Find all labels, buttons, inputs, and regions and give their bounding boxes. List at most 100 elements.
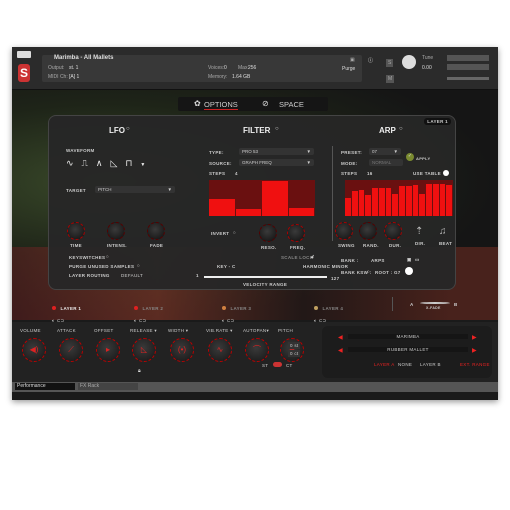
intensity-knob[interactable] xyxy=(107,222,125,240)
target-dropdown[interactable]: PITCH ▼ xyxy=(95,186,175,193)
filter-step-graph[interactable] xyxy=(209,180,315,216)
filter-steps-value[interactable]: 4 xyxy=(235,171,238,176)
apply-check-icon[interactable]: ✓ xyxy=(406,153,414,161)
reso-knob[interactable] xyxy=(259,224,277,242)
attack-knob[interactable]: ⟋ xyxy=(59,338,83,362)
arp-step-bar[interactable] xyxy=(446,185,452,216)
waveform-selector[interactable]: ∿⎍∧◺⊓▼ xyxy=(66,158,153,169)
sine-wave-icon[interactable]: ∿ xyxy=(66,158,82,168)
st-ct-toggle[interactable] xyxy=(273,362,282,367)
solo-button[interactable]: S xyxy=(386,59,394,67)
freq-knob[interactable] xyxy=(287,224,305,242)
arp-step-bar[interactable] xyxy=(439,184,446,216)
vibrate-knob[interactable]: ∿ xyxy=(208,338,232,362)
mute-button[interactable]: M xyxy=(386,75,395,83)
filter-step-bar[interactable] xyxy=(288,208,314,216)
purge-button[interactable]: Purge xyxy=(342,66,355,72)
arp-step-bar[interactable] xyxy=(365,195,371,216)
random-wave-icon[interactable]: ⊓ xyxy=(125,158,140,168)
dur-knob[interactable] xyxy=(384,222,402,240)
offset-knob[interactable]: ▸ xyxy=(96,338,120,362)
keyswitches-toggle[interactable]: ○ xyxy=(106,254,109,259)
autopan-knob[interactable]: ⌒ xyxy=(245,338,269,362)
tune-knob[interactable] xyxy=(402,55,416,69)
layer-routing-dropdown[interactable]: DEFAULT xyxy=(121,273,143,278)
arp-step-bar[interactable] xyxy=(432,183,439,216)
root-value[interactable]: G7 xyxy=(394,270,401,275)
layer-tab-1[interactable]: LAYER 1 🔈︎ ⊂⊃ xyxy=(52,297,81,324)
chevron-down-icon[interactable]: ▼ xyxy=(140,162,153,168)
triangle-wave-icon[interactable]: ∧ xyxy=(96,158,111,168)
mallet-selector[interactable]: RUBBER MALLET xyxy=(348,347,468,352)
time-knob[interactable] xyxy=(67,222,85,240)
pitch-ct-value[interactable]: 0 ct xyxy=(288,350,301,357)
arp-step-bar[interactable] xyxy=(372,188,378,216)
purge-unused-toggle[interactable]: ○ xyxy=(137,263,140,268)
arp-step-bar[interactable] xyxy=(419,194,425,216)
layer-tab-2[interactable]: LAYER 2 🔈︎ ⊂⊃ xyxy=(134,297,163,324)
apply-button[interactable]: APPLY xyxy=(416,156,430,161)
arp-step-bar[interactable] xyxy=(378,187,385,216)
arp-step-bar[interactable] xyxy=(399,186,405,216)
tab-space[interactable]: SPACE xyxy=(279,100,304,109)
arp-step-bar[interactable] xyxy=(351,190,358,216)
arp-step-bar[interactable] xyxy=(358,190,365,216)
filter-step-bar[interactable] xyxy=(235,208,261,216)
camera-icon[interactable]: ▣ xyxy=(350,57,355,63)
pitch-st-value[interactable]: 0 st xyxy=(288,342,301,349)
saw-wave-icon[interactable]: ◺ xyxy=(110,158,125,168)
direction-icon[interactable]: ⇡ xyxy=(415,226,423,237)
prev-mallet-arrow[interactable]: ◀ xyxy=(338,347,343,354)
bank-dropdown[interactable]: ARPS xyxy=(371,258,385,263)
use-table-toggle[interactable] xyxy=(443,170,449,176)
layer-tab-4[interactable]: LAYER 4 🔈︎ ⊂⊃ xyxy=(314,297,343,324)
lock-icon[interactable]: 🔓︎ xyxy=(311,254,314,259)
next-mallet-arrow[interactable]: ▶ xyxy=(472,347,477,354)
mode-dropdown[interactable]: NORMAL xyxy=(369,159,403,166)
swing-knob[interactable] xyxy=(335,222,353,240)
width-knob[interactable]: (•) xyxy=(170,338,194,362)
root-toggle[interactable] xyxy=(405,267,413,275)
pan-slider[interactable] xyxy=(447,77,489,80)
invert-toggle[interactable]: ○ xyxy=(233,230,236,235)
scale-dropdown[interactable]: HARMONIC MINOR xyxy=(303,264,348,269)
arp-toggle[interactable]: ○ xyxy=(399,126,403,132)
square-wave-icon[interactable]: ⎍ xyxy=(82,158,96,168)
lock-icon[interactable]: 🔒︎ xyxy=(138,368,141,374)
instrument-selector[interactable]: MARIMBA xyxy=(348,334,468,339)
layer-tab-3[interactable]: LAYER 3 🔈︎ ⊂⊃ xyxy=(222,297,251,324)
velocity-range-slider[interactable] xyxy=(204,276,327,278)
fade-knob[interactable] xyxy=(147,222,165,240)
layer-b-button[interactable]: LAYER B xyxy=(420,362,441,367)
ext-range-button[interactable]: EXT. RANGE xyxy=(460,362,490,367)
arp-step-bar[interactable] xyxy=(345,198,351,216)
beat-icon[interactable]: ♫ xyxy=(439,226,447,237)
save-icon[interactable]: ▣ xyxy=(407,257,412,263)
arp-steps-value[interactable]: 16 xyxy=(367,171,373,176)
arp-step-bar[interactable] xyxy=(426,183,432,216)
arp-step-bar[interactable] xyxy=(405,185,412,216)
bank-ksw-toggle[interactable]: ○ xyxy=(367,269,370,274)
volume-knob[interactable]: ◀) xyxy=(22,338,46,362)
instrument-name[interactable]: Marimba - All Mallets xyxy=(54,55,113,61)
filter-toggle[interactable]: ○ xyxy=(275,126,279,132)
arp-step-graph[interactable] xyxy=(345,180,453,216)
tune-value[interactable]: 0.00 xyxy=(422,65,432,71)
preset-dropdown[interactable]: 07 ▼ xyxy=(369,148,401,155)
release-knob[interactable]: ◺ xyxy=(132,338,156,362)
source-dropdown[interactable]: GRAPH FREQ ▼ xyxy=(239,159,314,166)
tab-performance[interactable]: Performance xyxy=(15,383,75,390)
arp-step-bar[interactable] xyxy=(385,188,392,216)
midi-value[interactable]: [A] 1 xyxy=(69,74,79,80)
tab-options[interactable]: OPTIONS xyxy=(204,100,238,110)
arp-step-bar[interactable] xyxy=(412,185,419,216)
wrench-icon[interactable] xyxy=(17,51,31,58)
folder-icon[interactable]: ▭ xyxy=(415,257,420,263)
output-value[interactable]: st. 1 xyxy=(69,65,78,71)
filter-step-bar[interactable] xyxy=(262,181,288,216)
max-value[interactable]: 256 xyxy=(248,65,256,71)
none-button[interactable]: NONE xyxy=(398,362,412,367)
key-dropdown[interactable]: KEY - C xyxy=(217,264,236,269)
arp-step-bar[interactable] xyxy=(392,194,398,216)
next-instrument-arrow[interactable]: ▶ xyxy=(472,334,477,341)
